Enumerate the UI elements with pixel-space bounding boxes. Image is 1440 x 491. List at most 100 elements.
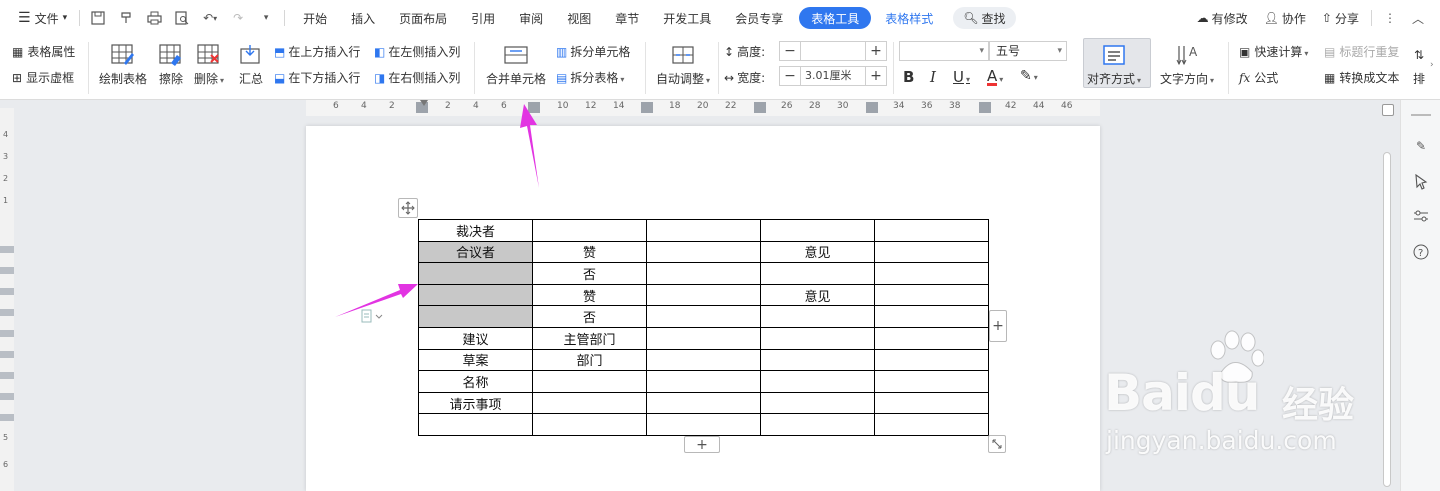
vertical-scrollbar[interactable] bbox=[1380, 116, 1394, 491]
height-decrease-button[interactable]: − bbox=[780, 42, 800, 60]
collab-button[interactable]: 👤︎ 协作 bbox=[1256, 6, 1314, 30]
table-cell[interactable] bbox=[760, 305, 875, 328]
table-cell[interactable] bbox=[874, 219, 989, 242]
tab-section[interactable]: 章节 bbox=[607, 6, 647, 30]
table-cell[interactable] bbox=[646, 283, 761, 307]
tab-developer[interactable]: 开发工具 bbox=[655, 6, 719, 30]
split-cells-button[interactable]: ▥ 拆分单元格 bbox=[556, 43, 630, 60]
table-cell[interactable]: 赞 bbox=[532, 283, 647, 307]
document-table[interactable]: 裁决者 合议者赞意见否赞意见否建议 主管部门 草案 部门 名称 请示事项 bbox=[418, 219, 989, 436]
auto-fit-button[interactable]: 自动调整 bbox=[656, 40, 710, 87]
width-input[interactable]: 3.01厘米 bbox=[800, 67, 866, 85]
ruler-indent-marker[interactable] bbox=[420, 100, 428, 116]
sliders-icon[interactable] bbox=[1411, 206, 1431, 226]
table-cell[interactable]: 建议 bbox=[418, 326, 533, 350]
table-cell[interactable]: 请示事项 bbox=[418, 391, 533, 415]
insert-left-button[interactable]: ◧ 在左侧插入列 bbox=[374, 43, 460, 60]
insert-below-button[interactable]: ⬓ 在下方插入行 bbox=[274, 69, 360, 86]
table-move-handle[interactable] bbox=[398, 198, 418, 218]
tab-view[interactable]: 视图 bbox=[559, 6, 599, 30]
tab-home[interactable]: 开始 bbox=[295, 6, 335, 30]
table-cell[interactable]: 部门 bbox=[532, 348, 647, 372]
table-cell[interactable] bbox=[874, 326, 989, 350]
merge-cells-button[interactable]: 合并单元格 bbox=[486, 40, 546, 87]
ribbon-scroll-right[interactable]: › bbox=[1430, 60, 1434, 70]
print-icon[interactable] bbox=[140, 6, 168, 30]
tab-member[interactable]: 会员专享 bbox=[727, 6, 791, 30]
table-cell[interactable] bbox=[874, 262, 989, 285]
vertical-ruler[interactable]: 4321123456 bbox=[0, 108, 14, 491]
table-cell[interactable] bbox=[646, 413, 761, 436]
table-cell[interactable] bbox=[760, 370, 875, 393]
table-cell[interactable]: 名称 bbox=[418, 370, 533, 393]
paste-options-icon[interactable] bbox=[360, 309, 384, 326]
table-cell[interactable] bbox=[418, 305, 533, 328]
cursor-icon[interactable] bbox=[1411, 172, 1431, 192]
tab-table-style[interactable]: 表格样式 bbox=[877, 6, 941, 30]
highlight-button[interactable]: ✎ bbox=[1020, 68, 1038, 84]
table-cell[interactable] bbox=[646, 305, 761, 328]
ruler-column-marker[interactable] bbox=[866, 102, 878, 113]
table-cell[interactable]: 赞 bbox=[532, 240, 647, 264]
height-input[interactable] bbox=[800, 42, 866, 60]
table-cell[interactable] bbox=[646, 391, 761, 415]
table-cell[interactable] bbox=[760, 326, 875, 350]
scrollbar-thumb[interactable] bbox=[1383, 152, 1391, 487]
bold-button[interactable]: B bbox=[903, 68, 914, 86]
table-cell[interactable]: 否 bbox=[532, 262, 647, 285]
table-cell[interactable] bbox=[532, 413, 647, 436]
table-cell[interactable]: 否 bbox=[532, 305, 647, 328]
insert-right-button[interactable]: ◨ 在右侧插入列 bbox=[374, 69, 460, 86]
table-cell[interactable] bbox=[760, 413, 875, 436]
ruler-column-marker[interactable] bbox=[754, 102, 766, 113]
sort-button[interactable]: ⇅ 排 bbox=[1413, 40, 1425, 87]
table-cell[interactable] bbox=[874, 348, 989, 372]
ruler-column-marker[interactable] bbox=[641, 102, 653, 113]
table-cell[interactable] bbox=[646, 240, 761, 264]
table-cell[interactable]: 意见 bbox=[760, 240, 875, 264]
align-button[interactable]: 对齐方式 bbox=[1087, 40, 1141, 87]
delete-button[interactable]: 删除 bbox=[194, 40, 224, 87]
font-color-button[interactable]: A bbox=[987, 68, 1003, 86]
width-decrease-button[interactable]: − bbox=[780, 67, 800, 85]
print-preview-icon[interactable] bbox=[168, 6, 196, 30]
tab-references[interactable]: 引用 bbox=[463, 6, 503, 30]
ruler-column-marker[interactable] bbox=[528, 102, 540, 113]
ruler-column-marker[interactable] bbox=[979, 102, 991, 113]
table-cell[interactable] bbox=[874, 391, 989, 415]
pen-icon[interactable]: ✎ bbox=[1411, 136, 1431, 156]
table-cell[interactable]: 合议者 bbox=[418, 240, 533, 264]
table-resize-handle[interactable] bbox=[988, 435, 1006, 453]
table-cell[interactable] bbox=[646, 348, 761, 372]
table-cell[interactable] bbox=[646, 262, 761, 285]
undo-icon[interactable]: ↶ ▾ bbox=[196, 6, 224, 30]
formula-button[interactable]: fx 公式 bbox=[1239, 69, 1278, 86]
table-cell[interactable]: 裁决者 bbox=[418, 219, 533, 242]
table-cell[interactable] bbox=[760, 348, 875, 372]
table-cell[interactable]: 草案 bbox=[418, 348, 533, 372]
font-size-select[interactable]: 五号 bbox=[989, 41, 1067, 61]
text-direction-button[interactable]: A 文字方向 bbox=[1160, 40, 1214, 87]
table-cell[interactable] bbox=[874, 240, 989, 264]
table-cell[interactable] bbox=[418, 262, 533, 285]
table-cell[interactable] bbox=[532, 370, 647, 393]
horizontal-ruler[interactable]: 6 4 2 2 4 6 10 12 14 18 20 22 26 28 30 34 36 38 42 44 46 bbox=[306, 100, 1100, 116]
show-gridlines-button[interactable]: ⊞ 显示虚框 bbox=[12, 69, 74, 86]
to-text-button[interactable]: ▦ 转换成文本 bbox=[1324, 69, 1399, 86]
table-cell[interactable] bbox=[418, 413, 533, 436]
table-cell[interactable] bbox=[646, 370, 761, 393]
table-cell[interactable] bbox=[874, 305, 989, 328]
quick-calc-button[interactable]: ▣ 快速计算 bbox=[1239, 43, 1308, 60]
width-stepper[interactable]: − 3.01厘米 + bbox=[779, 66, 887, 86]
height-stepper[interactable]: − + bbox=[779, 41, 887, 61]
font-name-select[interactable] bbox=[899, 41, 989, 61]
table-cell[interactable] bbox=[874, 413, 989, 436]
help-icon[interactable]: ? bbox=[1411, 242, 1431, 262]
file-menu[interactable]: ☰ 文件 ▾ bbox=[10, 6, 75, 30]
redo-icon[interactable]: ↷ bbox=[224, 6, 252, 30]
draw-table-button[interactable]: 绘制表格 bbox=[99, 40, 147, 87]
erase-button[interactable]: 擦除 bbox=[158, 40, 184, 87]
underline-button[interactable]: U bbox=[953, 68, 970, 86]
summary-button[interactable]: 汇总 bbox=[238, 40, 264, 87]
save-icon[interactable] bbox=[84, 6, 112, 30]
